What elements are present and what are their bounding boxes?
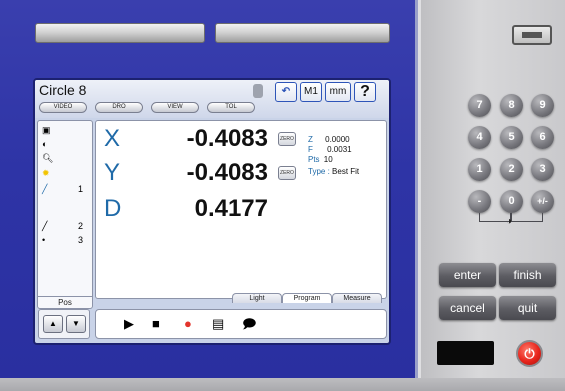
f-value: 0.0031 bbox=[327, 145, 352, 154]
dro-readout: X -0.4083 ZERO Y -0.4083 ZERO D 0.4177 Z… bbox=[95, 120, 387, 299]
line-tool-icon-2[interactable]: ╱ bbox=[42, 221, 47, 232]
top-slot-right bbox=[215, 23, 390, 43]
z-row: Z 0.0000 bbox=[308, 135, 350, 145]
device-body: Circle 8 VIDEO DRO VIEW TOL ↶ M1 mm ? ▣ … bbox=[0, 0, 565, 391]
line-tool-icon[interactable]: ╱ bbox=[42, 184, 47, 195]
x-axis-label: X bbox=[104, 125, 121, 152]
cancel-button[interactable]: cancel bbox=[439, 296, 496, 320]
contrast-icon[interactable]: ◐ bbox=[42, 139, 47, 149]
program-list-icon[interactable]: ▤ bbox=[212, 316, 224, 332]
dro-button[interactable]: DRO bbox=[95, 102, 143, 113]
top-slot-left bbox=[35, 23, 205, 43]
key-8[interactable]: 8 bbox=[500, 94, 523, 117]
quit-button[interactable]: quit bbox=[499, 296, 556, 320]
contrast-icon: ◑ bbox=[506, 216, 513, 227]
lcd-screen: Circle 8 VIDEO DRO VIEW TOL ↶ M1 mm ? ▣ … bbox=[33, 78, 391, 345]
scroll-controls: ▲ ▼ bbox=[38, 309, 90, 339]
z-value: 0.0000 bbox=[325, 135, 350, 144]
tool-number-3: 3 bbox=[78, 235, 84, 245]
record-icon[interactable]: ● bbox=[184, 316, 192, 332]
scroll-down-button[interactable]: ▼ bbox=[66, 315, 86, 333]
pos-label: Pos bbox=[38, 296, 92, 308]
probe-icon[interactable]: ▣ bbox=[42, 125, 51, 136]
key-9[interactable]: 9 bbox=[531, 94, 554, 117]
lock-icon[interactable] bbox=[253, 84, 263, 98]
x-zero-button[interactable]: ZERO bbox=[278, 132, 296, 146]
y-value: -0.4083 bbox=[186, 159, 268, 186]
pts-label: Pts bbox=[308, 155, 320, 164]
undo-icon[interactable]: ↶ bbox=[275, 82, 297, 102]
point-tool-icon[interactable]: • bbox=[42, 235, 45, 245]
zoom-icon[interactable]: 🔍︎ bbox=[42, 153, 53, 164]
tol-button[interactable]: TOL bbox=[207, 102, 255, 113]
m1-button[interactable]: M1 bbox=[300, 82, 322, 102]
tab-measure[interactable]: Measure bbox=[332, 293, 382, 303]
tool-number-1: 1 bbox=[78, 184, 84, 194]
video-button[interactable]: VIDEO bbox=[39, 102, 87, 113]
z-label: Z bbox=[308, 135, 313, 144]
stop-icon[interactable]: ■ bbox=[152, 316, 160, 332]
enter-button[interactable]: enter bbox=[439, 263, 496, 287]
f-label: F bbox=[308, 145, 313, 154]
comment-icon[interactable]: 🗩︎ bbox=[242, 316, 256, 332]
key-decimal[interactable]: - bbox=[468, 190, 491, 213]
keypad-bracket-right bbox=[511, 213, 543, 222]
y-zero-button[interactable]: ZERO bbox=[278, 166, 296, 180]
screen-header: Circle 8 VIDEO DRO VIEW TOL ↶ M1 mm ? bbox=[35, 80, 389, 118]
bottom-strip bbox=[0, 378, 565, 391]
card-slot bbox=[437, 341, 494, 365]
type-label: Type : bbox=[308, 167, 330, 176]
type-value: Best Fit bbox=[332, 167, 360, 176]
pts-value: 10 bbox=[323, 155, 333, 164]
play-icon[interactable]: ▶ bbox=[124, 316, 134, 332]
tab-program[interactable]: Program bbox=[282, 293, 332, 303]
type-row: Type : Best Fit bbox=[308, 167, 359, 177]
y-axis-label: Y bbox=[104, 159, 121, 186]
usb-port-icon bbox=[512, 25, 552, 45]
light-icon[interactable]: ✹ bbox=[42, 168, 50, 179]
key-1[interactable]: 1 bbox=[468, 158, 491, 181]
key-7[interactable]: 7 bbox=[468, 94, 491, 117]
key-4[interactable]: 4 bbox=[468, 126, 491, 149]
key-0[interactable]: 0 bbox=[500, 190, 523, 213]
feature-title: Circle 8 bbox=[39, 82, 87, 98]
scroll-up-button[interactable]: ▲ bbox=[43, 315, 63, 333]
key-plus-minus[interactable]: +/- bbox=[531, 190, 554, 213]
tool-number-2: 2 bbox=[78, 221, 84, 231]
control-panel bbox=[421, 0, 565, 378]
view-button[interactable]: VIEW bbox=[151, 102, 199, 113]
screen-bezel: Circle 8 VIDEO DRO VIEW TOL ↶ M1 mm ? ▣ … bbox=[0, 0, 418, 378]
tab-light[interactable]: Light bbox=[232, 293, 282, 303]
d-value: 0.4177 bbox=[194, 195, 268, 222]
program-controls: ▶ ■ ● ▤ 🗩︎ bbox=[95, 309, 387, 339]
feature-tool-list: ▣ ◐ 🔍︎ ✹ ╱ 1 ╱ 2 • 3 Pos bbox=[37, 120, 93, 309]
key-2[interactable]: 2 bbox=[500, 158, 523, 181]
key-5[interactable]: 5 bbox=[500, 126, 523, 149]
power-icon[interactable]: ⏻ bbox=[516, 340, 543, 367]
help-button[interactable]: ? bbox=[354, 82, 376, 102]
pts-row: Pts 10 bbox=[308, 155, 333, 165]
f-row: F 0.0031 bbox=[308, 145, 352, 155]
key-6[interactable]: 6 bbox=[531, 126, 554, 149]
units-button[interactable]: mm bbox=[325, 82, 351, 102]
d-axis-label: D bbox=[104, 195, 122, 222]
finish-button[interactable]: finish bbox=[499, 263, 556, 287]
x-value: -0.4083 bbox=[186, 125, 268, 152]
key-3[interactable]: 3 bbox=[531, 158, 554, 181]
